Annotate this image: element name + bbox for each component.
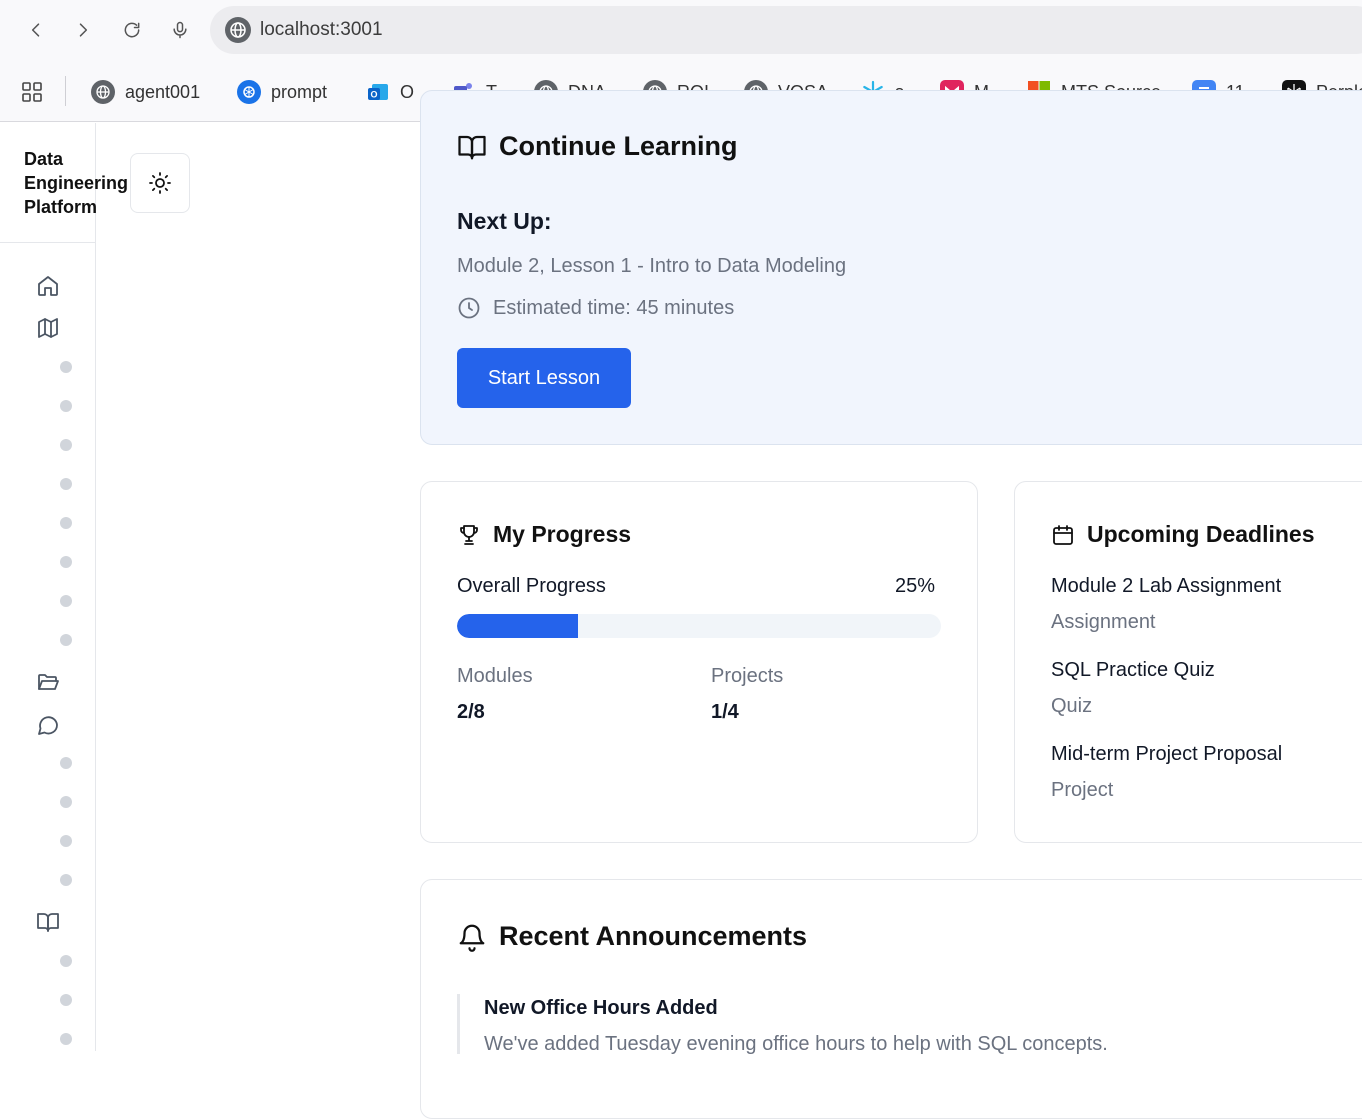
sidebar-subitem-dot[interactable] — [60, 874, 72, 886]
upcoming-deadlines-title: Upcoming Deadlines — [1051, 521, 1314, 548]
calendar-icon — [1053, 524, 1073, 545]
home-icon — [38, 276, 58, 296]
sidebar-item-roadmap[interactable] — [36, 316, 60, 340]
chevron-left-icon — [31, 23, 40, 37]
bookmarks-divider — [65, 76, 66, 106]
sidebar: Data Engineering Platform — [0, 123, 128, 1051]
map-icon — [38, 318, 58, 338]
overall-progress-value: 25% — [895, 575, 936, 597]
sidebar-subitem-dot[interactable] — [60, 517, 72, 529]
deadline-item-name[interactable]: Mid-term Project Proposal — [1051, 743, 1282, 766]
sidebar-subitem-dot[interactable] — [60, 556, 72, 568]
microphone-icon — [173, 21, 187, 39]
announcement-body: We've added Tuesday evening office hours… — [484, 1033, 1108, 1055]
sidebar-divider — [0, 242, 96, 243]
modules-value: 2/8 — [457, 701, 485, 723]
recent-announcements-title: Recent Announcements — [457, 921, 807, 952]
modules-label: Modules — [457, 665, 533, 687]
sidebar-subitem-dot[interactable] — [60, 1033, 72, 1045]
brand-title: Data Engineering Platform — [24, 149, 129, 217]
overall-progress-bar — [457, 614, 941, 638]
deadline-item-type: Project — [1051, 779, 1114, 801]
overall-progress-label: Overall Progress — [457, 575, 606, 597]
sidebar-subitem-dot[interactable] — [60, 994, 72, 1006]
sidebar-subitem-dot[interactable] — [60, 400, 72, 412]
reload-button[interactable] — [116, 14, 148, 46]
sidebar-item-discussions[interactable] — [36, 713, 60, 737]
browser-toolbar: localhost:3001 — [0, 0, 1362, 62]
sidebar-subitem-dot[interactable] — [60, 439, 72, 451]
openai-icon — [237, 80, 261, 104]
sidebar-subitem-dot[interactable] — [60, 835, 72, 847]
theme-toggle-button[interactable] — [130, 153, 190, 213]
forward-button[interactable] — [67, 14, 99, 46]
sun-icon — [149, 172, 171, 194]
apps-grid-icon[interactable] — [22, 82, 42, 102]
message-circle-icon — [38, 716, 58, 735]
overall-progress-fill — [457, 614, 578, 638]
bookmark-agent001[interactable]: agent001 — [91, 78, 200, 106]
sidebar-subitem-dot[interactable] — [60, 757, 72, 769]
sidebar-item-projects[interactable] — [36, 670, 60, 694]
next-up-label: Next Up: — [457, 208, 552, 234]
deadline-item-name[interactable]: SQL Practice Quiz — [1051, 659, 1215, 682]
next-lesson-title: Module 2, Lesson 1 - Intro to Data Model… — [457, 255, 847, 277]
voice-search-button[interactable] — [164, 14, 196, 46]
sidebar-item-resources[interactable] — [36, 910, 60, 934]
url-text: localhost:3001 — [260, 19, 383, 40]
book-open-icon — [37, 913, 59, 932]
bell-icon — [459, 924, 485, 952]
deadline-item-type: Quiz — [1051, 695, 1093, 717]
reload-icon — [124, 22, 140, 38]
outlook-icon: O — [366, 80, 390, 104]
sidebar-subitem-dot[interactable] — [60, 634, 72, 646]
svg-text:O: O — [370, 90, 377, 100]
announcement-title: New Office Hours Added — [484, 997, 718, 1019]
deadline-item-name[interactable]: Module 2 Lab Assignment — [1051, 575, 1281, 598]
book-open-icon — [458, 135, 486, 159]
sidebar-subitem-dot[interactable] — [60, 478, 72, 490]
clock-icon — [458, 297, 480, 319]
start-lesson-button[interactable]: Start Lesson — [457, 348, 631, 408]
site-info-icon — [225, 17, 251, 43]
projects-label: Projects — [711, 665, 784, 687]
deadline-item-type: Assignment — [1051, 611, 1156, 633]
bookmark-prompt[interactable]: prompt — [237, 78, 327, 106]
continue-learning-title: Continue Learning — [457, 131, 738, 162]
address-bar[interactable]: localhost:3001 — [210, 6, 1362, 54]
sidebar-item-home[interactable] — [36, 274, 60, 298]
announcement-accent-border — [457, 994, 460, 1054]
sidebar-subitem-dot[interactable] — [60, 955, 72, 967]
chevron-right-icon — [79, 23, 88, 37]
sidebar-subitem-dot[interactable] — [60, 361, 72, 373]
trophy-icon — [460, 524, 478, 545]
estimated-time: Estimated time: 45 minutes — [457, 296, 734, 320]
sidebar-subitem-dot[interactable] — [60, 595, 72, 607]
folder-open-icon — [38, 674, 59, 690]
my-progress-title: My Progress — [457, 521, 631, 548]
globe-icon — [91, 80, 115, 104]
back-button[interactable] — [20, 14, 52, 46]
projects-value: 1/4 — [711, 701, 739, 723]
bookmark-o[interactable]: O O — [366, 78, 414, 106]
sidebar-subitem-dot[interactable] — [60, 796, 72, 808]
